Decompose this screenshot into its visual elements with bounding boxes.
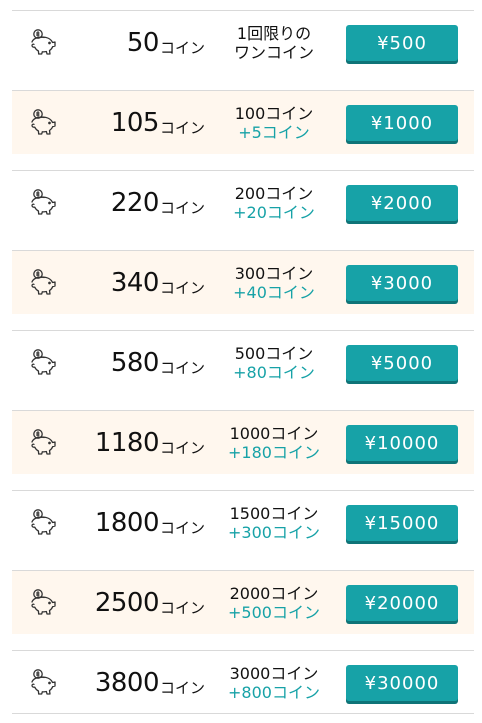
coin-amount: 220 コイン [70,171,205,235]
buy-price-button[interactable]: ¥30000 [346,665,458,701]
coin-amount: 1800 コイン [70,491,205,555]
coin-amount-number: 1800 [94,508,160,538]
buy-price-button[interactable]: ¥20000 [346,585,458,621]
buy-price-button[interactable]: ¥5000 [346,345,458,381]
offer-description: 1500コイン +300コイン [210,491,338,555]
coin-amount-number: 2500 [94,588,160,618]
offer-description-line1: 100コイン [234,104,314,123]
coin-amount-number: 3800 [94,668,160,698]
coin-amount-unit: コイン [159,278,205,297]
offer-description: 100コイン +5コイン [210,91,338,155]
coin-offer-row: 580 コイン 500コイン +80コイン ¥5000 [12,330,474,394]
offer-description-line2: +5コイン [238,123,310,142]
offer-description-line2: ワンコイン [233,43,314,62]
coin-amount-unit: コイン [159,358,205,377]
offer-description: 1回限りの ワンコイン [210,11,338,75]
piggy-bank-icon [26,588,60,618]
coin-offer-row: 105 コイン 100コイン +5コイン ¥1000 [12,90,474,154]
coin-amount-number: 105 [110,108,160,138]
coin-amount: 105 コイン [70,91,205,155]
offer-description-line1: 3000コイン [229,664,319,683]
coin-amount-number: 340 [110,268,160,298]
coin-offer-row: 50 コイン 1回限りの ワンコイン ¥500 [12,10,474,74]
offer-description: 3000コイン +800コイン [210,651,338,715]
coin-amount: 1180 コイン [70,411,205,475]
coin-offer-row: 220 コイン 200コイン +20コイン ¥2000 [12,170,474,234]
buy-price-button[interactable]: ¥1000 [346,105,458,141]
coin-amount-number: 50 [126,28,160,58]
buy-price-button[interactable]: ¥3000 [346,265,458,301]
offer-description: 500コイン +80コイン [210,331,338,395]
offer-description-line2: +800コイン [228,683,320,702]
offer-description-line2: +40コイン [233,283,315,302]
coin-amount-number: 220 [110,188,160,218]
offer-description: 1000コイン +180コイン [210,411,338,475]
piggy-bank-icon [26,108,60,138]
coin-amount: 580 コイン [70,331,205,395]
offer-description-line1: 2000コイン [229,584,319,603]
coin-amount-unit: コイン [159,438,205,457]
coin-amount-unit: コイン [159,38,205,57]
coin-amount-unit: コイン [159,598,205,617]
coin-amount: 2500 コイン [70,571,205,635]
piggy-bank-icon [26,188,60,218]
coin-amount-unit: コイン [159,118,205,137]
coin-amount: 50 コイン [70,11,205,75]
offer-description: 200コイン +20コイン [210,171,338,235]
offer-description-line1: 1500コイン [229,504,319,523]
piggy-bank-icon [26,268,60,298]
offer-description-line2: +180コイン [228,443,320,462]
coin-amount-number: 580 [110,348,160,378]
coin-amount-unit: コイン [159,198,205,217]
coin-amount-unit: コイン [159,678,205,697]
buy-price-button[interactable]: ¥10000 [346,425,458,461]
coin-offer-row: 340 コイン 300コイン +40コイン ¥3000 [12,250,474,314]
coin-purchase-list: 50 コイン 1回限りの ワンコイン ¥500 105 コイン 100コイン +5コイン ¥100… [0,0,482,723]
offer-description-line1: 1000コイン [229,424,319,443]
piggy-bank-icon [26,668,60,698]
coin-offer-row: 3800 コイン 3000コイン +800コイン ¥30000 [12,650,474,714]
offer-description-line1: 1回限りの [236,24,312,43]
offer-description-line1: 200コイン [234,184,314,203]
piggy-bank-icon [26,28,60,58]
coin-amount-number: 1180 [94,428,160,458]
coin-offer-row: 2500 コイン 2000コイン +500コイン ¥20000 [12,570,474,634]
offer-description-line2: +500コイン [228,603,320,622]
offer-description-line2: +300コイン [228,523,320,542]
offer-description-line1: 500コイン [234,344,314,363]
buy-price-button[interactable]: ¥2000 [346,185,458,221]
offer-description-line2: +80コイン [233,363,315,382]
coin-offer-row: 1180 コイン 1000コイン +180コイン ¥10000 [12,410,474,474]
coin-amount-unit: コイン [159,518,205,537]
coin-amount: 340 コイン [70,251,205,315]
piggy-bank-icon [26,428,60,458]
piggy-bank-icon [26,348,60,378]
offer-description-line1: 300コイン [234,264,314,283]
piggy-bank-icon [26,508,60,538]
offer-description: 2000コイン +500コイン [210,571,338,635]
coin-amount: 3800 コイン [70,651,205,715]
offer-description-line2: +20コイン [233,203,315,222]
buy-price-button[interactable]: ¥500 [346,25,458,61]
offer-description: 300コイン +40コイン [210,251,338,315]
buy-price-button[interactable]: ¥15000 [346,505,458,541]
coin-offer-row: 1800 コイン 1500コイン +300コイン ¥15000 [12,490,474,554]
